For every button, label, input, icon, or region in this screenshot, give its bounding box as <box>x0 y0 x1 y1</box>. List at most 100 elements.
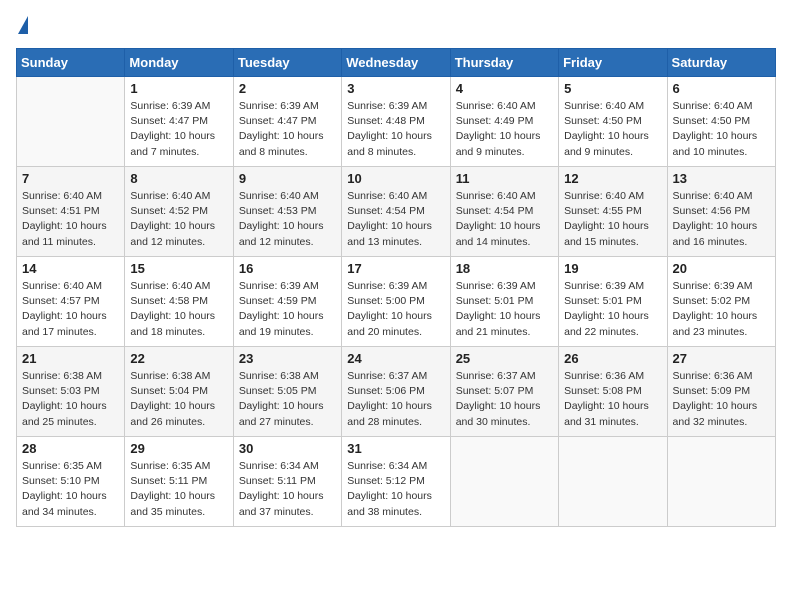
day-number: 10 <box>347 171 444 186</box>
calendar-cell: 16Sunrise: 6:39 AMSunset: 4:59 PMDayligh… <box>233 257 341 347</box>
calendar-header-thursday: Thursday <box>450 49 558 77</box>
day-number: 9 <box>239 171 336 186</box>
day-number: 15 <box>130 261 227 276</box>
calendar-cell <box>559 437 667 527</box>
calendar-header-tuesday: Tuesday <box>233 49 341 77</box>
day-info: Sunrise: 6:39 AMSunset: 5:01 PMDaylight:… <box>456 279 553 340</box>
calendar-table: SundayMondayTuesdayWednesdayThursdayFrid… <box>16 48 776 527</box>
logo-icon <box>18 16 28 34</box>
calendar-cell: 7 Sunrise: 6:40 AMSunset: 4:51 PMDaylight… <box>17 167 125 257</box>
calendar-cell: 21 Sunrise: 6:38 AMSunset: 5:03 PMDayligh… <box>17 347 125 437</box>
calendar-week-row: 1 Sunrise: 6:39 AMSunset: 4:47 PMDaylight… <box>17 77 776 167</box>
calendar-cell: 5Sunrise: 6:40 AMSunset: 4:50 PMDaylight… <box>559 77 667 167</box>
day-info: Sunrise: 6:38 AMSunset: 5:03 PMDaylight:… <box>22 369 119 430</box>
calendar-week-row: 7 Sunrise: 6:40 AMSunset: 4:51 PMDaylight… <box>17 167 776 257</box>
calendar-cell: 11Sunrise: 6:40 AMSunset: 4:54 PMDayligh… <box>450 167 558 257</box>
day-info: Sunrise: 6:35 AMSunset: 5:11 PMDaylight:… <box>130 459 227 520</box>
calendar-cell <box>450 437 558 527</box>
calendar-cell: 13 Sunrise: 6:40 AMSunset: 4:56 PMDayligh… <box>667 167 775 257</box>
day-info: Sunrise: 6:40 AMSunset: 4:50 PMDaylight:… <box>673 99 770 160</box>
day-number: 26 <box>564 351 661 366</box>
calendar-cell: 26 Sunrise: 6:36 AMSunset: 5:08 PMDayligh… <box>559 347 667 437</box>
calendar-cell: 31 Sunrise: 6:34 AMSunset: 5:12 PMDayligh… <box>342 437 450 527</box>
calendar-cell <box>17 77 125 167</box>
day-info: Sunrise: 6:39 AMSunset: 4:59 PMDaylight:… <box>239 279 336 340</box>
day-number: 20 <box>673 261 770 276</box>
day-number: 7 <box>22 171 119 186</box>
calendar-cell: 29Sunrise: 6:35 AMSunset: 5:11 PMDayligh… <box>125 437 233 527</box>
day-number: 4 <box>456 81 553 96</box>
day-info: Sunrise: 6:39 AMSunset: 4:47 PMDaylight:… <box>239 99 336 160</box>
calendar-header-friday: Friday <box>559 49 667 77</box>
day-info: Sunrise: 6:34 AMSunset: 5:12 PMDaylight:… <box>347 459 444 520</box>
day-info: Sunrise: 6:40 AMSunset: 4:53 PMDaylight:… <box>239 189 336 250</box>
day-info: Sunrise: 6:39 AMSunset: 4:47 PMDaylight:… <box>130 99 227 160</box>
day-number: 24 <box>347 351 444 366</box>
calendar-cell: 9 Sunrise: 6:40 AMSunset: 4:53 PMDaylight… <box>233 167 341 257</box>
calendar-cell <box>667 437 775 527</box>
day-number: 17 <box>347 261 444 276</box>
day-info: Sunrise: 6:36 AMSunset: 5:08 PMDaylight:… <box>564 369 661 430</box>
calendar-cell: 1 Sunrise: 6:39 AMSunset: 4:47 PMDaylight… <box>125 77 233 167</box>
day-info: Sunrise: 6:40 AMSunset: 4:55 PMDaylight:… <box>564 189 661 250</box>
day-info: Sunrise: 6:39 AMSunset: 5:02 PMDaylight:… <box>673 279 770 340</box>
day-info: Sunrise: 6:34 AMSunset: 5:11 PMDaylight:… <box>239 459 336 520</box>
calendar-header-sunday: Sunday <box>17 49 125 77</box>
calendar-cell: 30 Sunrise: 6:34 AMSunset: 5:11 PMDayligh… <box>233 437 341 527</box>
day-number: 12 <box>564 171 661 186</box>
calendar-week-row: 21 Sunrise: 6:38 AMSunset: 5:03 PMDayligh… <box>17 347 776 437</box>
calendar-cell: 20 Sunrise: 6:39 AMSunset: 5:02 PMDayligh… <box>667 257 775 347</box>
calendar-cell: 2 Sunrise: 6:39 AMSunset: 4:47 PMDaylight… <box>233 77 341 167</box>
day-info: Sunrise: 6:35 AMSunset: 5:10 PMDaylight:… <box>22 459 119 520</box>
day-info: Sunrise: 6:40 AMSunset: 4:58 PMDaylight:… <box>130 279 227 340</box>
calendar-cell: 24Sunrise: 6:37 AMSunset: 5:06 PMDayligh… <box>342 347 450 437</box>
day-info: Sunrise: 6:40 AMSunset: 4:56 PMDaylight:… <box>673 189 770 250</box>
calendar-cell: 3Sunrise: 6:39 AMSunset: 4:48 PMDaylight… <box>342 77 450 167</box>
day-info: Sunrise: 6:37 AMSunset: 5:07 PMDaylight:… <box>456 369 553 430</box>
calendar-header-row: SundayMondayTuesdayWednesdayThursdayFrid… <box>17 49 776 77</box>
calendar-cell: 14 Sunrise: 6:40 AMSunset: 4:57 PMDayligh… <box>17 257 125 347</box>
day-info: Sunrise: 6:40 AMSunset: 4:51 PMDaylight:… <box>22 189 119 250</box>
logo <box>16 16 28 36</box>
calendar-cell: 28Sunrise: 6:35 AMSunset: 5:10 PMDayligh… <box>17 437 125 527</box>
calendar-header-saturday: Saturday <box>667 49 775 77</box>
day-info: Sunrise: 6:40 AMSunset: 4:52 PMDaylight:… <box>130 189 227 250</box>
day-number: 22 <box>130 351 227 366</box>
day-number: 30 <box>239 441 336 456</box>
day-info: Sunrise: 6:40 AMSunset: 4:50 PMDaylight:… <box>564 99 661 160</box>
day-number: 27 <box>673 351 770 366</box>
day-number: 13 <box>673 171 770 186</box>
day-info: Sunrise: 6:38 AMSunset: 5:05 PMDaylight:… <box>239 369 336 430</box>
day-info: Sunrise: 6:40 AMSunset: 4:57 PMDaylight:… <box>22 279 119 340</box>
day-number: 19 <box>564 261 661 276</box>
calendar-header-wednesday: Wednesday <box>342 49 450 77</box>
calendar-week-row: 14 Sunrise: 6:40 AMSunset: 4:57 PMDayligh… <box>17 257 776 347</box>
calendar-cell: 17Sunrise: 6:39 AMSunset: 5:00 PMDayligh… <box>342 257 450 347</box>
day-number: 31 <box>347 441 444 456</box>
day-number: 14 <box>22 261 119 276</box>
day-info: Sunrise: 6:36 AMSunset: 5:09 PMDaylight:… <box>673 369 770 430</box>
calendar-week-row: 28Sunrise: 6:35 AMSunset: 5:10 PMDayligh… <box>17 437 776 527</box>
day-number: 2 <box>239 81 336 96</box>
calendar-cell: 23 Sunrise: 6:38 AMSunset: 5:05 PMDayligh… <box>233 347 341 437</box>
calendar-cell: 25 Sunrise: 6:37 AMSunset: 5:07 PMDayligh… <box>450 347 558 437</box>
day-number: 6 <box>673 81 770 96</box>
calendar-cell: 4Sunrise: 6:40 AMSunset: 4:49 PMDaylight… <box>450 77 558 167</box>
calendar-cell: 12 Sunrise: 6:40 AMSunset: 4:55 PMDayligh… <box>559 167 667 257</box>
day-number: 25 <box>456 351 553 366</box>
day-number: 1 <box>130 81 227 96</box>
day-info: Sunrise: 6:40 AMSunset: 4:54 PMDaylight:… <box>347 189 444 250</box>
day-number: 11 <box>456 171 553 186</box>
calendar-cell: 18 Sunrise: 6:39 AMSunset: 5:01 PMDayligh… <box>450 257 558 347</box>
calendar-cell: 15 Sunrise: 6:40 AMSunset: 4:58 PMDayligh… <box>125 257 233 347</box>
calendar-header-monday: Monday <box>125 49 233 77</box>
day-number: 18 <box>456 261 553 276</box>
day-info: Sunrise: 6:39 AMSunset: 4:48 PMDaylight:… <box>347 99 444 160</box>
day-number: 21 <box>22 351 119 366</box>
calendar-cell: 8Sunrise: 6:40 AMSunset: 4:52 PMDaylight… <box>125 167 233 257</box>
page-header <box>16 16 776 36</box>
calendar-cell: 27 Sunrise: 6:36 AMSunset: 5:09 PMDayligh… <box>667 347 775 437</box>
day-info: Sunrise: 6:39 AMSunset: 5:01 PMDaylight:… <box>564 279 661 340</box>
calendar-cell: 19 Sunrise: 6:39 AMSunset: 5:01 PMDayligh… <box>559 257 667 347</box>
day-number: 23 <box>239 351 336 366</box>
